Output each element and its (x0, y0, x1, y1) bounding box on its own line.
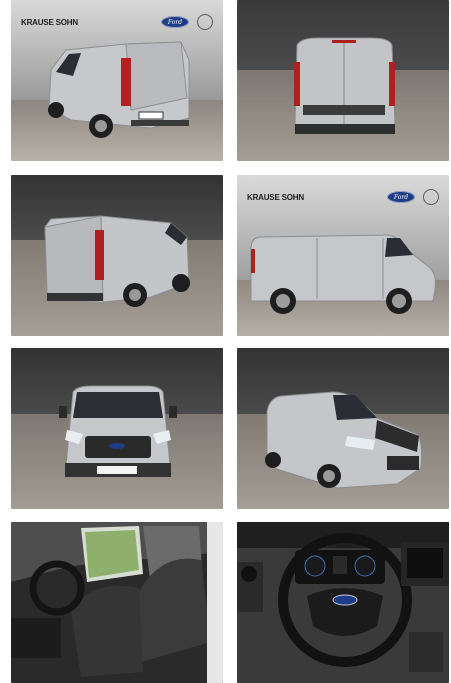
brand-bar: KRAUSE SOHN Ford (21, 14, 213, 30)
photo-front-three-quarter-right[interactable] (237, 348, 449, 509)
photo-rear-three-quarter-right[interactable] (11, 175, 223, 336)
photo-front[interactable] (11, 348, 223, 509)
volvo-logo-icon (197, 14, 213, 30)
volvo-logo-icon (423, 189, 439, 205)
ford-logo: Ford (161, 16, 189, 28)
photo-interior-seats[interactable] (11, 522, 223, 683)
photo-rear[interactable] (237, 0, 449, 161)
brand-bar: KRAUSE SOHN Ford (247, 189, 439, 205)
interior-seats-image (11, 522, 223, 683)
photo-interior-steering-wheel[interactable] (237, 522, 449, 683)
image-gallery: KRAUSE SOHN Ford KRAUSE SOHN Ford (0, 0, 451, 683)
dealer-logo: KRAUSE SOHN (21, 17, 78, 27)
photo-rear-three-quarter-left[interactable]: KRAUSE SOHN Ford (11, 0, 223, 161)
van-rear-image (237, 0, 449, 161)
steering-wheel-image (237, 522, 449, 683)
ford-logo: Ford (387, 191, 415, 203)
photo-side-right[interactable]: KRAUSE SOHN Ford (237, 175, 449, 336)
van-rear-right-image (11, 175, 223, 336)
van-front-image (11, 348, 223, 509)
dealer-logo: KRAUSE SOHN (247, 192, 304, 202)
van-front-right-image (237, 348, 449, 509)
